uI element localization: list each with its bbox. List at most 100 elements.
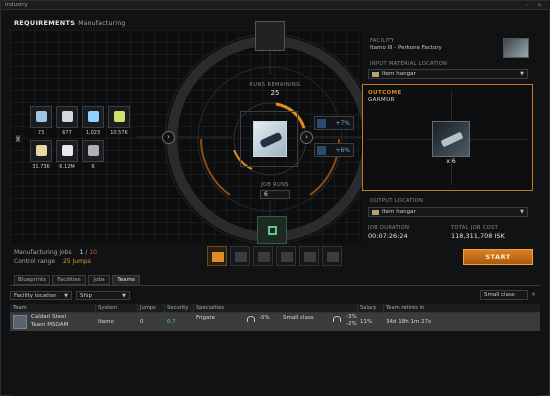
job-runs-label: JOB RUNS: [261, 182, 289, 188]
column-team[interactable]: Team: [13, 305, 27, 311]
chevron-down-icon: ▼: [520, 71, 524, 77]
materials-arrow-button[interactable]: ›: [162, 131, 175, 144]
team-portrait[interactable]: [255, 21, 285, 51]
material-slot[interactable]: [56, 140, 78, 162]
material-icon: [36, 111, 47, 122]
job-duration-label: JOB DURATION: [368, 225, 410, 231]
material-slot[interactable]: [82, 140, 104, 162]
ship-type-filter[interactable]: Ship ▼: [76, 291, 130, 300]
activity-research-time-tab[interactable]: [230, 246, 250, 266]
material-quantity: 6.12M: [59, 164, 75, 170]
team-specialty: Frigate: [196, 315, 215, 321]
facility-thumbnail[interactable]: [503, 38, 529, 58]
input-location-label: INPUT MATERIAL LOCATION: [370, 61, 448, 67]
material-icon: [114, 111, 125, 122]
outcome-panel: OUTCOME GARMUR x 6: [362, 84, 533, 191]
outcome-product-name: GARMUR: [368, 97, 395, 103]
activity-reactions-tab[interactable]: [322, 246, 342, 266]
material-slot[interactable]: [56, 106, 78, 128]
control-range-status: Control range 25 Jumps: [14, 258, 91, 265]
team-name-line1: Caldari Steel: [31, 314, 67, 320]
specialty-bonus-icon: [247, 316, 255, 322]
tab-facilities[interactable]: Facilities: [52, 275, 86, 285]
tab-divider: [10, 285, 540, 286]
table-header: Team System Jumps Security Specialties S…: [10, 304, 540, 313]
material-slot[interactable]: [30, 140, 52, 162]
facility-location-filter[interactable]: Facility location ▼: [10, 291, 72, 300]
search-input[interactable]: Small class: [480, 290, 528, 300]
output-location-label: OUTPUT LOCATION: [370, 198, 424, 204]
hourglass-icon: [317, 119, 326, 128]
chevron-down-icon: ▼: [64, 293, 68, 299]
column-jumps[interactable]: Jumps: [140, 305, 156, 311]
material-bonus-value: +6%: [335, 147, 350, 154]
material-slot[interactable]: [30, 106, 52, 128]
time-bonus-value: +7%: [335, 120, 350, 127]
table-row[interactable]: [10, 313, 540, 331]
chevron-down-icon: ▼: [122, 293, 126, 299]
time-efficiency-stat[interactable]: +7%: [314, 116, 354, 130]
invention-icon: [304, 252, 316, 262]
facility-name[interactable]: Itamo III - Perkone Factory: [370, 45, 442, 51]
clear-search-icon[interactable]: ×: [531, 290, 539, 300]
blueprint-icon[interactable]: [253, 121, 287, 157]
input-location-dropdown[interactable]: Item hangar ▼: [368, 69, 528, 79]
material-icon: [88, 111, 99, 122]
facility-glyph-icon: [268, 226, 277, 235]
material-slot[interactable]: [82, 106, 104, 128]
material-icon: [62, 111, 73, 122]
team-avatar: [13, 315, 27, 329]
outcome-product-icon[interactable]: [432, 121, 470, 157]
material-quantity: 73: [37, 130, 45, 136]
material-icon: [36, 145, 47, 156]
job-runs-input[interactable]: 6: [260, 190, 290, 199]
total-job-cost-value: 118,311,708 ISK: [451, 232, 505, 240]
tab-teams[interactable]: Teams: [112, 275, 140, 285]
outcome-arrow-button[interactable]: ›: [300, 131, 313, 144]
team-specialty-2: Small class: [283, 315, 314, 321]
team-salary: 11%: [360, 319, 373, 325]
start-button[interactable]: START: [463, 249, 533, 265]
output-location-dropdown[interactable]: Item hangar ▼: [368, 207, 528, 217]
ship-type-filter-value: Ship: [80, 293, 92, 299]
facility-label: FACILITY: [370, 38, 395, 44]
material-icon: [88, 145, 99, 156]
activity-research-material-tab[interactable]: [253, 246, 273, 266]
team-bonus-2b: -2%: [346, 321, 357, 327]
specialty-bonus-icon: [333, 316, 341, 322]
industry-glyph-icon: ♜: [14, 135, 23, 145]
table-body: [10, 331, 540, 396]
manufacturing-jobs-status: Manufacturing jobs 1 / 10: [14, 249, 97, 256]
copy-icon: [281, 252, 293, 262]
column-retires[interactable]: Team retires in: [386, 305, 424, 311]
activity-invention-tab[interactable]: [299, 246, 319, 266]
tab-blueprints[interactable]: Blueprints: [14, 275, 50, 285]
material-quantity: 10.57K: [110, 130, 128, 136]
material-diamond-icon: [317, 146, 326, 155]
material-slot[interactable]: [108, 106, 130, 128]
blueprint-ship-icon: [259, 131, 283, 149]
activity-manufacturing-tab[interactable]: [207, 246, 227, 266]
facility-icon[interactable]: [257, 216, 287, 244]
column-system[interactable]: System: [98, 305, 117, 311]
column-specialties[interactable]: Specialties: [196, 305, 224, 311]
column-salary[interactable]: Salary: [360, 305, 376, 311]
activity-copying-tab[interactable]: [276, 246, 296, 266]
facility-location-filter-value: Facility location: [14, 293, 57, 299]
team-bonus-2: -3%: [346, 314, 357, 320]
manufacturing-jobs-separator: /: [85, 249, 88, 256]
research-material-icon: [258, 252, 270, 262]
team-system[interactable]: Itamo: [98, 319, 114, 325]
hangar-icon: [372, 72, 379, 77]
control-range-label: Control range: [14, 258, 56, 265]
tab-jobs[interactable]: Jobs: [88, 275, 110, 285]
product-ship-icon: [440, 131, 464, 148]
total-job-cost-label: TOTAL JOB COST: [451, 225, 499, 231]
team-name-line2: Team MSOAM: [31, 322, 69, 328]
hangar-icon: [372, 210, 379, 215]
manufacturing-jobs-max: 10: [89, 249, 97, 256]
output-location-value: Item hangar: [382, 209, 416, 215]
column-security[interactable]: Security: [167, 305, 188, 311]
runs-remaining-value: 25: [270, 89, 280, 97]
material-efficiency-stat[interactable]: +6%: [314, 143, 354, 157]
